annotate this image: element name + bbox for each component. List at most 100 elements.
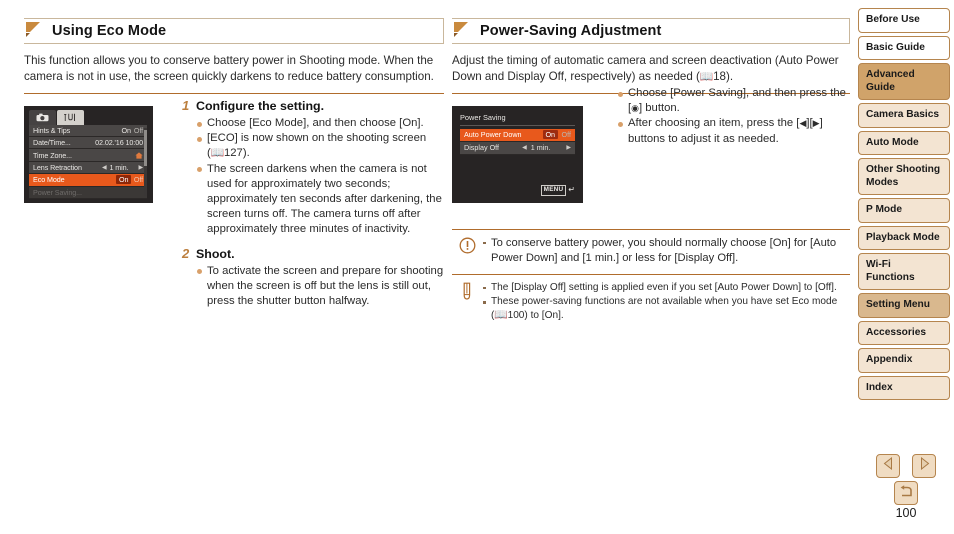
- menu-row-label: Date/Time...: [33, 138, 71, 148]
- bullet-item: [ECO] is now shown on the shooting scree…: [196, 131, 444, 161]
- sidebar-item-p-mode[interactable]: P Mode: [858, 198, 950, 223]
- camera-menu-scrollbar: [144, 127, 147, 196]
- sidebar-item-appendix[interactable]: Appendix: [858, 348, 950, 373]
- bullet-text-post: ] button.: [639, 102, 680, 115]
- section-title: Using Eco Mode: [52, 23, 167, 39]
- sidebar-item-label: Before Use: [866, 14, 920, 25]
- power-saving-rows: Auto Power Down On Off Display Off ◀ 1 m…: [460, 128, 575, 155]
- home-icon: [135, 151, 143, 159]
- section-marker-icon: [452, 19, 472, 45]
- bullet-text: The screen darkens when the camera is no…: [207, 162, 442, 236]
- ps-row-display-off: Display Off ◀ 1 min. ▶: [460, 141, 575, 155]
- menu-row-value: 1 min.: [109, 162, 129, 172]
- sidebar-item-label: Playback Mode: [866, 231, 940, 243]
- pencil-icon: [452, 281, 482, 324]
- return-home-button[interactable]: [894, 481, 918, 505]
- note-text: The [Display Off] setting is applied eve…: [491, 281, 837, 293]
- menu-row-label: Power Saving...: [33, 187, 82, 197]
- divider: [460, 124, 575, 126]
- menu-row-eco-mode: Eco Mode On Off: [29, 174, 147, 187]
- sidebar-item-playback-mode[interactable]: Playback Mode: [858, 225, 950, 250]
- section-heading-power-saving: Power-Saving Adjustment: [452, 18, 850, 44]
- step-title: Configure the setting.: [196, 99, 325, 113]
- bullet-item: Choose [Eco Mode], and then choose [On].: [196, 116, 444, 131]
- power-saving-instructions: Choose [Power Saving], and then press th…: [617, 86, 850, 147]
- intro-text-after: ).: [726, 70, 734, 84]
- camera-settings-menu-screenshot: Hints & Tips On Off Date/Time... 02.02.'…: [24, 105, 153, 203]
- section-heading-eco-mode: Using Eco Mode: [24, 18, 444, 44]
- shooting-tab-camera-icon: [29, 109, 56, 125]
- step-1: 1 Configure the setting. Choose [Eco Mod…: [182, 98, 444, 238]
- stepper-right-arrow-icon: ▶: [138, 164, 143, 171]
- intro-text-before: Adjust the timing of automatic camera an…: [452, 54, 839, 84]
- right-column: Power-Saving Adjustment Adjust the timin…: [452, 18, 850, 330]
- sidebar-item-label: Appendix: [866, 354, 913, 365]
- page-ref[interactable]: 100: [508, 310, 525, 321]
- power-saving-menu-screenshot: Power Saving Auto Power Down On Off Disp…: [452, 105, 583, 203]
- next-page-icon: [919, 456, 930, 475]
- menu-row-value-on: On: [116, 175, 131, 185]
- page-number: 100: [895, 506, 917, 520]
- sidebar-item-wifi-functions[interactable]: Wi-Fi Functions: [858, 253, 950, 290]
- step-1-bullets: Choose [Eco Mode], and then choose [On].…: [196, 116, 444, 238]
- book-page-icon: 📖: [699, 71, 714, 84]
- return-home-icon: [899, 484, 914, 503]
- sidebar-item-other-shooting-modes[interactable]: Other Shooting Modes: [858, 158, 950, 195]
- note-text: To conserve battery power, you should no…: [491, 236, 837, 264]
- camera-menu-tabbar: [29, 109, 153, 125]
- book-page-icon: 📖: [494, 308, 508, 321]
- sidebar-item-index[interactable]: Index: [858, 375, 950, 400]
- book-page-icon: 📖: [210, 147, 225, 160]
- note-item: To conserve battery power, you should no…: [482, 236, 850, 266]
- menu-row-value-off: Off: [133, 125, 143, 135]
- menu-row-lens-retraction: Lens Retraction ◀ 1 min. ▶: [29, 161, 147, 175]
- sidebar-item-label: Index: [866, 381, 893, 393]
- next-page-button[interactable]: [912, 454, 936, 478]
- ps-row-value: 1 min.: [530, 143, 551, 153]
- eco-mode-steps: 1 Configure the setting. Choose [Eco Mod…: [182, 98, 444, 311]
- note-item: The [Display Off] setting is applied eve…: [482, 281, 850, 295]
- ps-row-auto-power-down: Auto Power Down On Off: [460, 128, 575, 142]
- sidebar-item-label: Camera Basics: [866, 109, 940, 120]
- bullet-text: Choose [Eco Mode], and then choose [On].: [207, 117, 424, 129]
- bullet-item: After choosing an item, press the [◀][▶]…: [617, 116, 850, 146]
- page-ref[interactable]: 127: [224, 147, 243, 159]
- return-arrow-icon: ↵: [568, 185, 575, 195]
- sidebar-item-camera-basics[interactable]: Camera Basics: [858, 103, 950, 128]
- ps-row-value-on: On: [542, 130, 558, 140]
- menu-row-date-time: Date/Time... 02.02.'16 10:00: [29, 136, 147, 150]
- page-ref[interactable]: 18: [713, 70, 726, 83]
- sidebar-item-basic-guide[interactable]: Basic Guide: [858, 35, 950, 60]
- menu-row-time-zone: Time Zone...: [29, 149, 147, 162]
- sidebar-item-label: Auto Mode: [866, 136, 919, 148]
- ps-row-label: Auto Power Down: [464, 130, 522, 140]
- menu-row-label: Lens Retraction: [33, 162, 82, 172]
- sidebar-item-setting-menu[interactable]: Setting Menu: [858, 293, 950, 318]
- sidebar-item-label: Wi-Fi Functions: [866, 259, 915, 283]
- eco-mode-intro-text: This function allows you to conserve bat…: [24, 53, 444, 94]
- section-marker-icon: [24, 19, 44, 45]
- sidebar-item-label: Other Shooting Modes: [866, 164, 941, 188]
- stepper-right-arrow-icon: ▶: [566, 145, 571, 152]
- exclamation-circle-icon: [452, 236, 482, 267]
- menu-row-label: Time Zone...: [33, 150, 72, 160]
- manual-page: Using Eco Mode This function allows you …: [0, 0, 954, 534]
- sidebar-item-before-use[interactable]: Before Use: [858, 8, 950, 33]
- warning-note: To conserve battery power, you should no…: [452, 228, 850, 274]
- sidebar-item-accessories[interactable]: Accessories: [858, 320, 950, 345]
- previous-page-button[interactable]: [876, 454, 900, 478]
- sidebar-item-label: Setting Menu: [866, 299, 930, 310]
- sidebar-item-label: Advanced Guide: [866, 69, 915, 93]
- sidebar-item-advanced-guide[interactable]: Advanced Guide: [858, 63, 950, 100]
- right-button-icon: ▶: [812, 118, 820, 129]
- power-saving-screen-title: Power Saving: [460, 112, 506, 122]
- ps-row-value-off: Off: [561, 130, 571, 140]
- prev-page-icon: [883, 456, 894, 475]
- sidebar-item-auto-mode[interactable]: Auto Mode: [858, 130, 950, 155]
- menu-row-value: 02.02.'16 10:00: [95, 138, 143, 148]
- tip-note-list: The [Display Off] setting is applied eve…: [482, 281, 850, 323]
- tip-note: The [Display Off] setting is applied eve…: [452, 273, 850, 331]
- bullet-text: To activate the screen and prepare for s…: [207, 264, 444, 308]
- note-item: These power-saving functions are not ava…: [482, 295, 850, 322]
- step-2: 2 Shoot. To activate the screen and prep…: [182, 246, 444, 310]
